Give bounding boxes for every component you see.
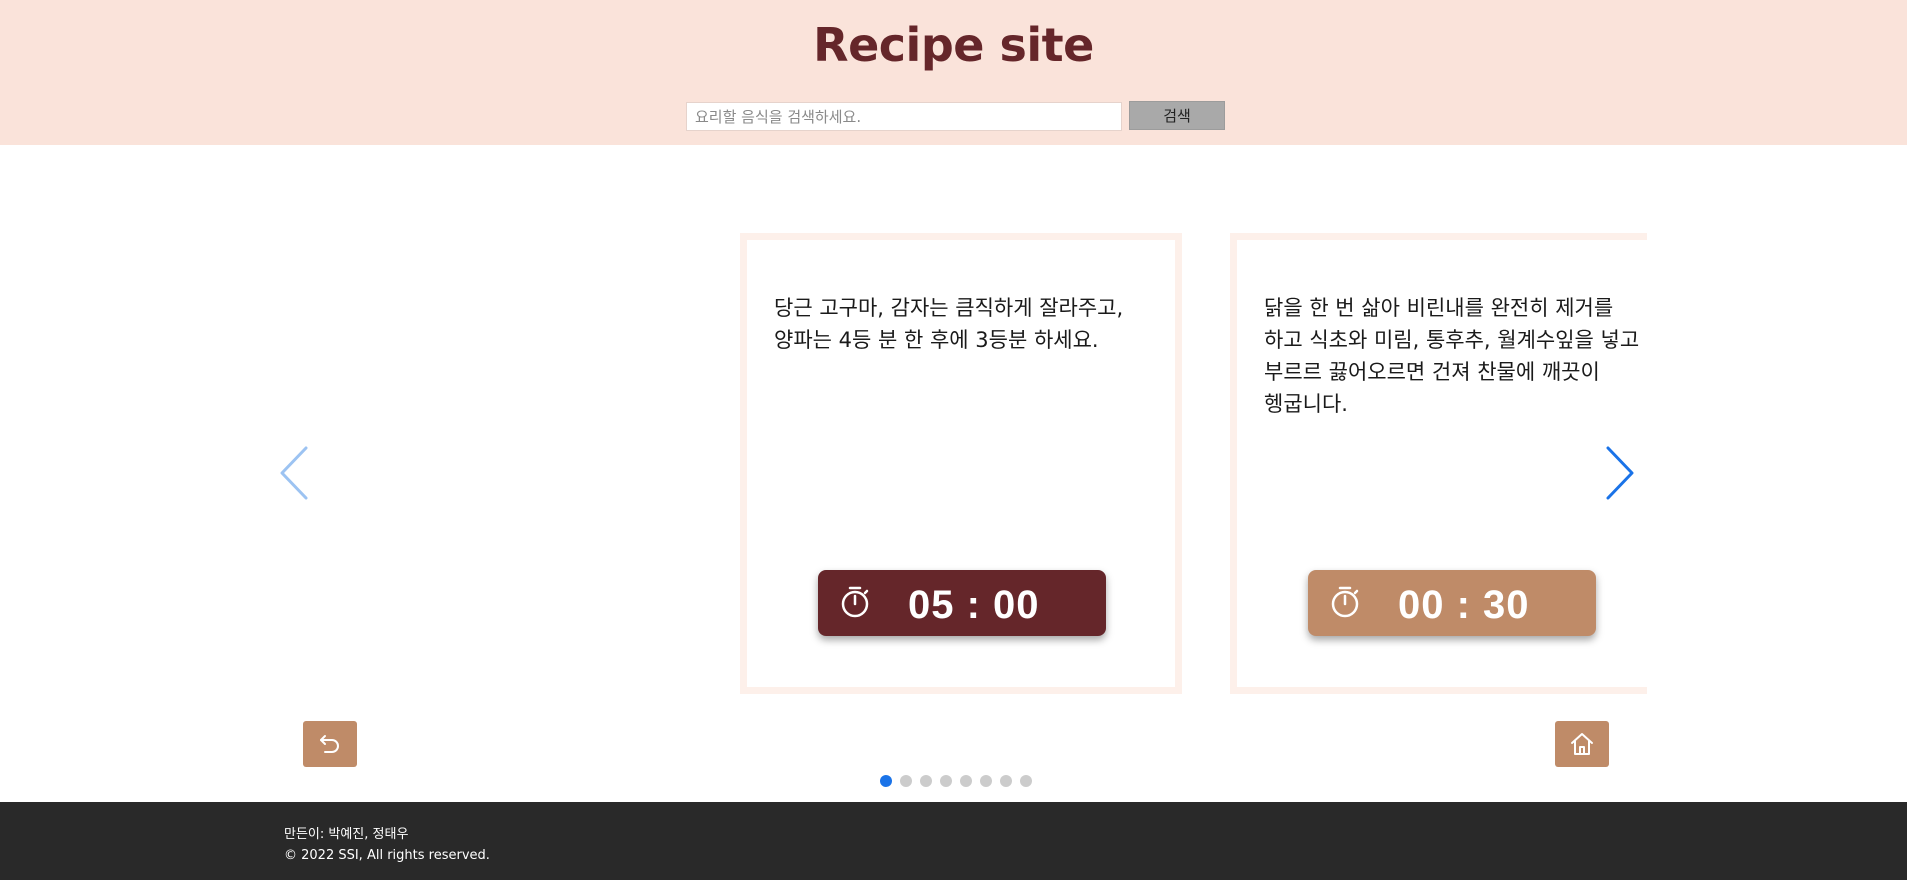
stopwatch-icon (841, 586, 869, 618)
timer-value: 05 : 00 (908, 583, 1040, 627)
search-input[interactable] (686, 102, 1122, 131)
step-instruction: 당근 고구마, 감자는 큼직하게 잘라주고, 양파는 4등 분 한 후에 3등분… (774, 296, 1124, 352)
pagination-dot[interactable] (980, 775, 992, 787)
header: Recipe site 검색 (0, 0, 1907, 145)
footer-copyright: © 2022 SSI, All rights reserved. (284, 848, 490, 863)
carousel-pagination (880, 775, 1032, 787)
pagination-dot[interactable] (1000, 775, 1012, 787)
chevron-right-icon (1606, 446, 1634, 500)
step-instruction: 닭을 한 번 삶아 비린내를 완전히 제거를 하고 식초와 미림, 통후추, 월… (1264, 296, 1640, 416)
chevron-left-icon (280, 446, 308, 500)
undo-arrow-icon (320, 735, 339, 753)
pagination-dot[interactable] (880, 775, 892, 787)
pagination-dot[interactable] (940, 775, 952, 787)
pagination-dot[interactable] (920, 775, 932, 787)
pagination-dot[interactable] (900, 775, 912, 787)
pagination-dot[interactable] (960, 775, 972, 787)
step-timer[interactable]: 05 : 00 (818, 570, 1106, 636)
home-button[interactable] (1555, 721, 1609, 767)
recipe-step-card: 닭을 한 번 삶아 비린내를 완전히 제거를 하고 식초와 미림, 통후추, 월… (1230, 233, 1647, 694)
next-slide-button[interactable] (1598, 442, 1638, 504)
recipe-step-card: 당근 고구마, 감자는 큼직하게 잘라주고, 양파는 4등 분 한 후에 3등분… (740, 233, 1182, 694)
search-button[interactable]: 검색 (1129, 101, 1225, 130)
home-icon (1571, 733, 1593, 755)
footer-credits: 만든이: 박예진, 정태우 (284, 827, 409, 842)
step-timer[interactable]: 00 : 30 (1308, 570, 1596, 636)
recipe-step-carousel[interactable]: 당근 고구마, 감자는 큼직하게 잘라주고, 양파는 4등 분 한 후에 3등분… (740, 233, 1647, 694)
back-button[interactable] (303, 721, 357, 767)
timer-value: 00 : 30 (1398, 583, 1530, 627)
stopwatch-icon (1331, 586, 1359, 618)
prev-slide-button[interactable] (276, 442, 316, 504)
pagination-dot[interactable] (1020, 775, 1032, 787)
site-title: Recipe site (813, 18, 1094, 72)
